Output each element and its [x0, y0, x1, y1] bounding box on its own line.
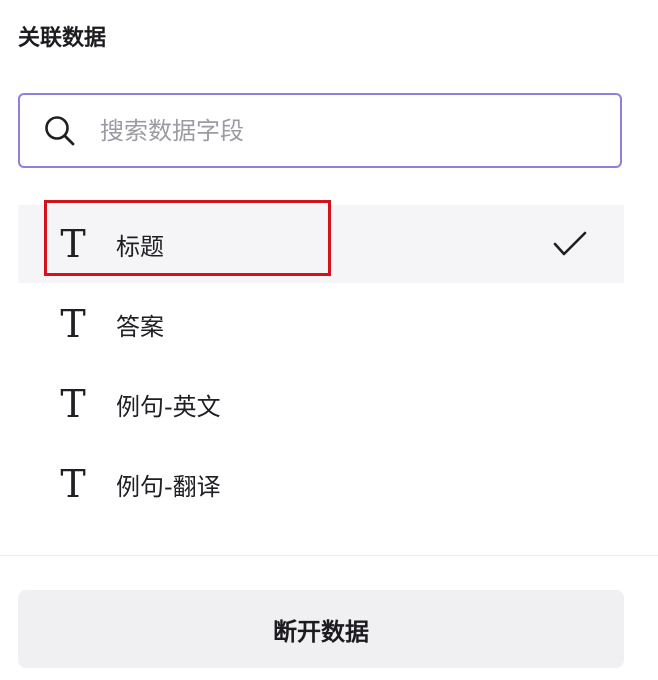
disconnect-data-button[interactable]: 断开数据 — [18, 590, 624, 668]
field-item-title[interactable]: T 标题 — [18, 200, 624, 283]
divider — [0, 555, 658, 556]
field-label: 标题 — [116, 232, 164, 261]
search-input[interactable] — [98, 115, 582, 146]
field-label: 例句-翻译 — [116, 472, 221, 501]
text-type-icon: T — [60, 302, 86, 346]
field-item-answer[interactable]: T 答案 — [18, 285, 624, 363]
field-item-example-english[interactable]: T 例句-英文 — [18, 365, 624, 443]
text-type-icon: T — [60, 382, 86, 426]
text-type-icon: T — [60, 222, 86, 266]
search-box[interactable] — [18, 93, 622, 168]
panel-title: 关联数据 — [18, 26, 107, 51]
field-label: 例句-英文 — [116, 392, 221, 421]
field-label: 答案 — [116, 312, 164, 341]
search-icon — [40, 111, 80, 151]
text-type-icon: T — [60, 462, 86, 506]
field-item-example-translation[interactable]: T 例句-翻译 — [18, 445, 624, 523]
checkmark-icon — [552, 229, 588, 259]
field-list: T 标题 T 答案 T 例句-英文 T 例句-翻译 — [18, 200, 624, 525]
